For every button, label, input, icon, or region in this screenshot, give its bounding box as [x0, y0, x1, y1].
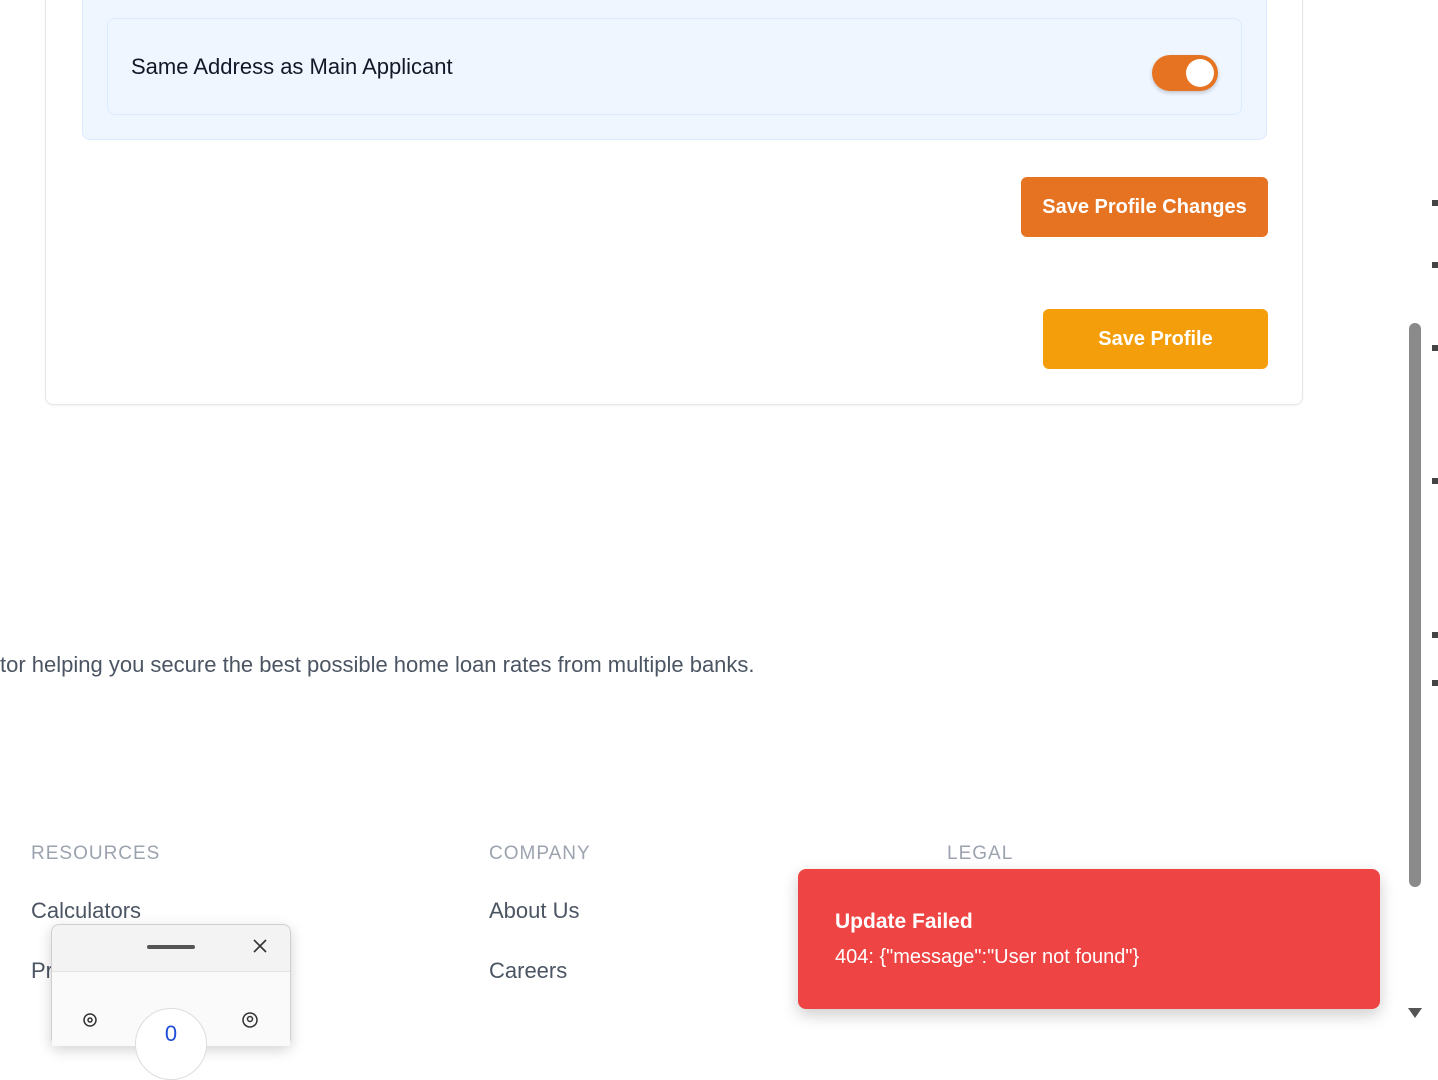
drag-handle-icon[interactable] [147, 945, 195, 949]
toast-title: Update Failed [835, 910, 973, 933]
footer-link-careers[interactable]: Careers [489, 958, 567, 984]
footer-tagline: tor helping you secure the best possible… [0, 652, 755, 677]
save-profile-changes-button[interactable]: Save Profile Changes [1021, 177, 1268, 237]
error-toast: Update Failed 404: {"message":"User not … [798, 869, 1380, 1009]
widget-center-button[interactable]: 0 [135, 1008, 207, 1080]
widget-body: 0 [52, 971, 290, 1080]
toast-message: 404: {"message":"User not found"} [835, 946, 1140, 968]
footer-link-calculators[interactable]: Calculators [31, 898, 141, 924]
footer-heading-legal: LEGAL [947, 843, 1014, 864]
same-address-toggle[interactable] [1152, 55, 1218, 91]
footer-heading-company: COMPANY [489, 843, 591, 864]
scroll-down-arrow-icon[interactable] [1408, 1008, 1422, 1018]
footer-link-about-us[interactable]: About Us [489, 898, 580, 924]
same-address-label: Same Address as Main Applicant [131, 54, 453, 79]
gear-icon[interactable] [80, 1010, 100, 1030]
window-edge [1432, 0, 1438, 1021]
close-icon[interactable] [249, 935, 271, 957]
footer-link-truncated[interactable]: Pr [31, 958, 53, 984]
toggle-knob [1186, 59, 1214, 87]
footer-heading-resources: RESOURCES [31, 843, 161, 864]
floating-widget: 0 [51, 924, 291, 1080]
pin-icon[interactable] [240, 1010, 260, 1030]
save-profile-button[interactable]: Save Profile [1043, 309, 1268, 369]
scrollbar-thumb[interactable] [1409, 323, 1421, 887]
